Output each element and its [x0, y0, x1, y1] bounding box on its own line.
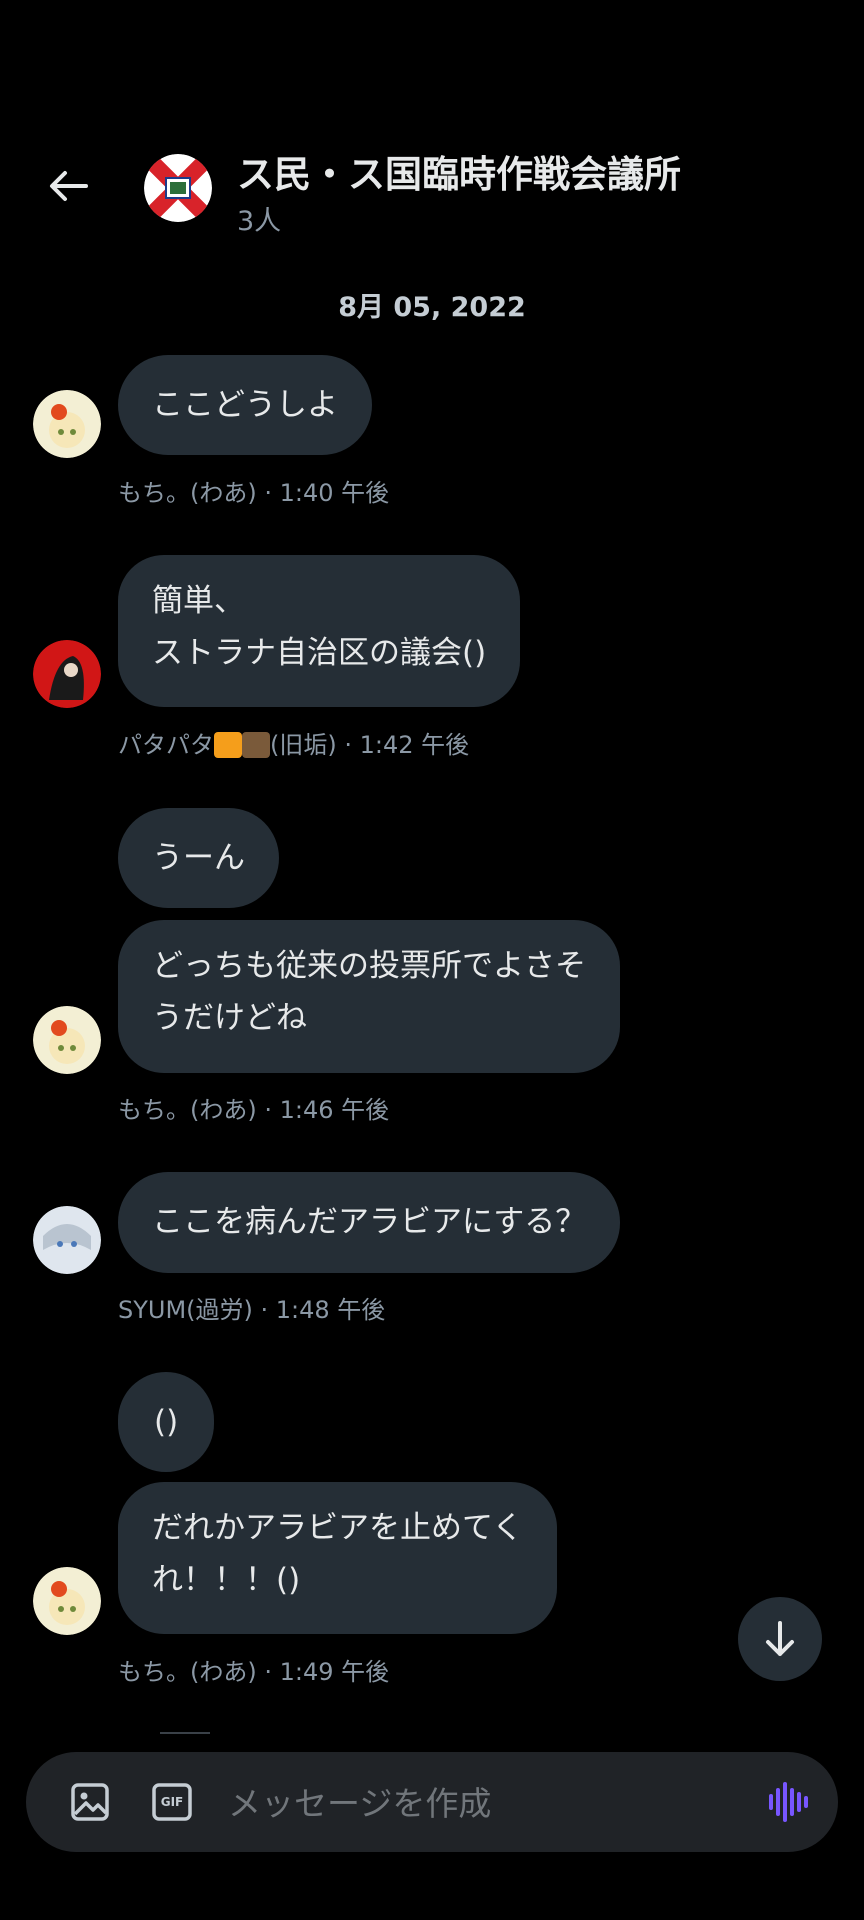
film-emoji-icon: [242, 732, 270, 758]
sender-name: パタパタ: [118, 731, 214, 759]
image-icon: [71, 1783, 109, 1821]
member-count: 3人: [237, 206, 282, 237]
message-bubble[interactable]: 簡単、 ストラナ自治区の議会(): [118, 555, 521, 707]
message-bubble[interactable]: (): [118, 1372, 215, 1472]
avatar-mochi[interactable]: [33, 1006, 101, 1074]
message-meta: もち。(わあ) · 1:49 午後: [118, 1658, 390, 1686]
group-avatar[interactable]: [144, 154, 212, 222]
add-image-button[interactable]: [66, 1778, 114, 1826]
avatar-mochi[interactable]: [33, 1567, 101, 1635]
scroll-to-bottom-button[interactable]: [738, 1597, 822, 1681]
message-bubble[interactable]: うーん: [118, 808, 279, 908]
conversation-header: ス民・ス国臨時作戦会議所 3人: [0, 0, 864, 260]
message-meta: SYUM(過労) · 1:48 午後: [118, 1296, 386, 1324]
avatar-image: [33, 1006, 101, 1074]
message-line: ストラナ自治区の議会(): [152, 635, 487, 671]
gif-label: GIF: [160, 1795, 184, 1809]
message-bubble[interactable]: ここを病んだアラビアにする？: [118, 1172, 621, 1273]
camera-emoji-icon: [214, 732, 242, 758]
message-text: うーん: [152, 840, 245, 876]
message-bubble[interactable]: どっちも従来の投票所でよさそ うだけどね: [118, 920, 620, 1073]
message-meta: パタパタ (旧垢) · 1:42 午後: [118, 725, 469, 760]
message-composer: GIF: [26, 1752, 838, 1852]
message-text: ここを病んだアラビアにする？: [152, 1204, 587, 1240]
message-line: どっちも従来の投票所でよさそ: [152, 948, 586, 984]
avatar-image: [33, 1567, 101, 1635]
message-input[interactable]: [226, 1772, 750, 1834]
message-line: うだけどね: [152, 1000, 307, 1036]
message-text: ここどうしよ: [152, 387, 338, 423]
flag-icon: [144, 154, 212, 222]
message-bubble[interactable]: ここどうしよ: [118, 355, 372, 455]
avatar-syum[interactable]: [33, 1206, 101, 1274]
date-separator: 8月 05, 2022: [338, 292, 526, 323]
message-meta: もち。(わあ) · 1:40 午後: [118, 479, 390, 507]
back-arrow-icon: [50, 171, 88, 201]
avatar-image: [33, 640, 101, 708]
conversation-title: ス民・ス国臨時作戦会議所: [237, 153, 681, 196]
arrow-down-icon: [766, 1621, 794, 1656]
avatar-image: [33, 1206, 101, 1274]
avatar-image: [33, 390, 101, 458]
message-line: れ！！！(): [152, 1562, 301, 1598]
avatar-patapata[interactable]: [33, 640, 101, 708]
message-line: 簡単、: [152, 583, 245, 619]
voice-message-button[interactable]: [764, 1778, 812, 1826]
message-line: だれかアラビアを止めてく: [152, 1510, 524, 1546]
message-bubble[interactable]: だれかアラビアを止めてく れ！！！(): [118, 1482, 558, 1634]
back-button[interactable]: [40, 162, 96, 210]
voice-wave-icon: [769, 1782, 808, 1822]
add-gif-button[interactable]: GIF: [148, 1778, 196, 1826]
message-meta: もち。(わあ) · 1:46 午後: [118, 1096, 390, 1124]
sender-suffix-time: (旧垢) · 1:42 午後: [270, 731, 470, 759]
next-message-edge: [160, 1732, 210, 1734]
avatar-mochi[interactable]: [33, 390, 101, 458]
message-text: (): [154, 1404, 179, 1440]
